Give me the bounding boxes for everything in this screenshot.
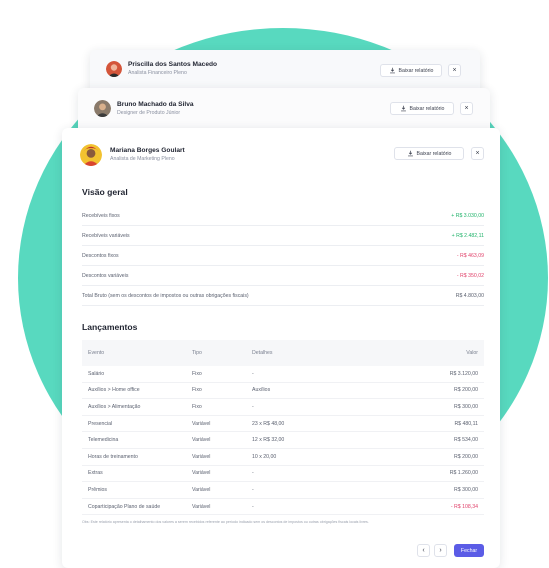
cell-value: R$ 200,00 bbox=[454, 453, 478, 460]
close-button[interactable]: Fechar bbox=[454, 544, 484, 557]
entries-table: Evento Tipo Detalhes Valor Salário Fixo - R… bbox=[82, 340, 484, 516]
employee-card-mariana: Mariana Borges Goulart Analista de Marke… bbox=[62, 128, 500, 568]
cell-type: Variável bbox=[192, 503, 211, 510]
cell-event: Presencial bbox=[88, 420, 113, 427]
cell-event: Auxílios > Home office bbox=[88, 387, 140, 394]
employee-name: Priscilla dos Santos Macedo bbox=[128, 61, 218, 68]
employee-role: Designer de Produto Júnior bbox=[117, 109, 181, 116]
cell-details: 12 x R$ 32,00 bbox=[252, 437, 285, 444]
cell-event: Coparticipação Plano de saúde bbox=[88, 503, 161, 510]
cell-value: R$ 300,00 bbox=[454, 403, 478, 410]
cell-type: Variável bbox=[192, 453, 211, 460]
employee-name: Mariana Borges Goulart bbox=[110, 147, 185, 154]
download-icon bbox=[400, 105, 406, 112]
cell-type: Fixo bbox=[192, 403, 202, 410]
table-row: Auxílios > Alimentação Fixo - R$ 300,00 bbox=[82, 399, 484, 416]
table-row: Telemedicina Variável 12 x R$ 32,00 R$ 534,… bbox=[82, 432, 484, 449]
cell-details: - bbox=[252, 470, 254, 477]
cell-details: - bbox=[252, 370, 254, 377]
cell-value: R$ 200,00 bbox=[454, 387, 478, 394]
download-report-button[interactable]: Baixar relatório bbox=[394, 147, 464, 160]
cell-type: Fixo bbox=[192, 370, 202, 377]
table-row: Salário Fixo - R$ 3.120,00 bbox=[82, 366, 484, 383]
download-icon bbox=[389, 67, 395, 74]
cell-details: 10 x 20,00 bbox=[252, 453, 277, 460]
overview-title: Visão geral bbox=[82, 187, 128, 197]
column-header-details: Detalhes bbox=[252, 350, 273, 356]
cell-type: Fixo bbox=[192, 387, 202, 394]
table-row: Prêmios Variável - R$ 300,00 bbox=[82, 482, 484, 499]
employee-role: Analista de Marketing Pleno bbox=[110, 156, 175, 162]
download-report-label: Baixar relatório bbox=[409, 105, 445, 112]
cell-details: Auxílios bbox=[252, 387, 271, 394]
overview-row: Recebíveis variáveis + R$ 2.482,11 bbox=[82, 226, 484, 246]
cell-value: R$ 3.120,00 bbox=[449, 370, 478, 377]
cell-value: R$ 480,11 bbox=[454, 420, 478, 427]
overview-row: Recebíveis fixos + R$ 3.030,00 bbox=[82, 206, 484, 226]
cell-details: - bbox=[252, 503, 254, 510]
overview-value: - R$ 463,09 bbox=[456, 252, 484, 259]
column-header-value: Valor bbox=[466, 350, 478, 356]
table-header: Evento Tipo Detalhes Valor bbox=[82, 340, 484, 366]
overview-value: - R$ 350,02 bbox=[456, 272, 484, 279]
overview-label: Descontos variáveis bbox=[82, 272, 129, 279]
table-row: Extras Variável - R$ 1.260,00 bbox=[82, 466, 484, 483]
column-header-event: Evento bbox=[88, 350, 105, 356]
overview-value: + R$ 2.482,11 bbox=[451, 232, 484, 239]
employee-role: Analista Financeiro Pleno bbox=[128, 70, 187, 76]
avatar bbox=[94, 100, 111, 117]
overview-label: Descontos fixos bbox=[82, 252, 119, 259]
overview-row: Descontos variáveis - R$ 350,02 bbox=[82, 266, 484, 286]
table-row: Auxílios > Home office Fixo Auxílios R$ 200… bbox=[82, 383, 484, 400]
download-report-label: Baixar relatório bbox=[398, 67, 434, 74]
employee-name: Bruno Machado da Silva bbox=[117, 100, 194, 108]
footnote: Obs: Este relatório apresenta o detalham… bbox=[82, 520, 369, 524]
cell-event: Extras bbox=[88, 470, 103, 477]
download-report-button[interactable]: Baixar relatório bbox=[390, 102, 454, 115]
avatar bbox=[80, 144, 102, 166]
avatar bbox=[106, 61, 122, 77]
cell-event: Salário bbox=[88, 370, 105, 377]
cell-value: R$ 300,00 bbox=[454, 486, 478, 493]
table-row: Horas de treinamento Variável 10 x 20,00 R$… bbox=[82, 449, 484, 466]
table-row: Coparticipação Plano de saúde Variável - - … bbox=[82, 499, 484, 516]
cell-type: Variável bbox=[192, 470, 211, 477]
close-icon[interactable]: × bbox=[460, 102, 473, 115]
overview-value: R$ 4.803,00 bbox=[455, 292, 484, 299]
overview-label: Recebíveis fixos bbox=[82, 212, 120, 219]
previous-page-button[interactable]: ‹ bbox=[417, 544, 430, 557]
overview-value: + R$ 3.030,00 bbox=[451, 212, 484, 219]
table-row: Presencial Variável 23 x R$ 48,00 R$ 480,11 bbox=[82, 416, 484, 433]
entries-title: Lançamentos bbox=[82, 322, 138, 332]
overview-label: Total Bruto (sem os descontos de imposto… bbox=[82, 292, 249, 299]
cell-type: Variável bbox=[192, 437, 211, 444]
cell-event: Horas de treinamento bbox=[88, 453, 138, 460]
cell-type: Variável bbox=[192, 420, 211, 427]
close-icon[interactable]: × bbox=[471, 147, 484, 160]
cell-value: - R$ 108,34 bbox=[450, 503, 478, 510]
cell-value: R$ 534,00 bbox=[454, 437, 478, 444]
download-report-button[interactable]: Baixar relatório bbox=[380, 64, 442, 77]
download-icon bbox=[407, 150, 413, 157]
close-icon[interactable]: × bbox=[448, 64, 461, 77]
cell-value: R$ 1.260,00 bbox=[449, 470, 478, 477]
cell-event: Prêmios bbox=[88, 486, 108, 493]
cell-event: Telemedicina bbox=[88, 437, 119, 444]
overview-row: Descontos fixos - R$ 463,09 bbox=[82, 246, 484, 266]
cell-details: 23 x R$ 48,00 bbox=[252, 420, 285, 427]
cell-type: Variável bbox=[192, 486, 211, 493]
download-report-label: Baixar relatório bbox=[416, 150, 452, 157]
overview-label: Recebíveis variáveis bbox=[82, 232, 130, 239]
cell-details: - bbox=[252, 403, 254, 410]
column-header-type: Tipo bbox=[192, 350, 202, 356]
cell-event: Auxílios > Alimentação bbox=[88, 403, 141, 410]
cell-details: - bbox=[252, 486, 254, 493]
overview-row: Total Bruto (sem os descontos de imposto… bbox=[82, 286, 484, 306]
next-page-button[interactable]: › bbox=[434, 544, 447, 557]
